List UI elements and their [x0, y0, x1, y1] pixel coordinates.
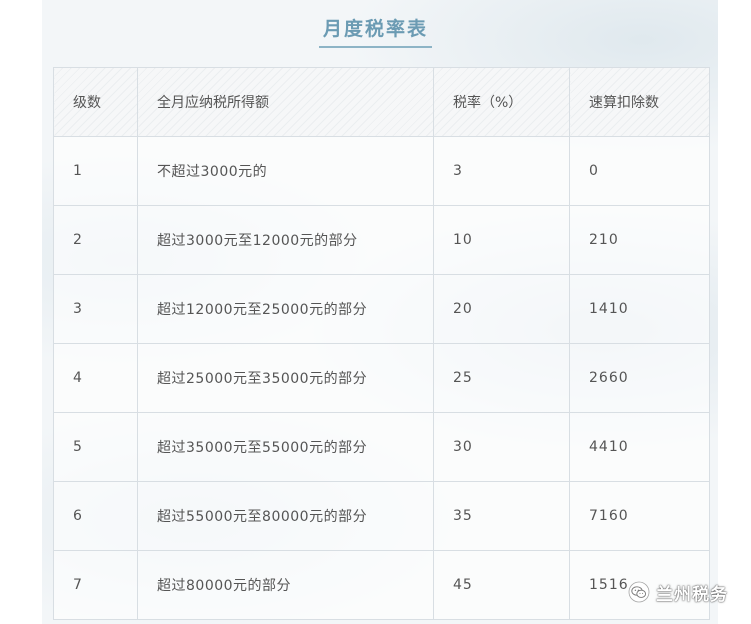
- table-header-row: 级数 全月应纳税所得额 税率（%） 速算扣除数: [53, 67, 710, 137]
- wechat-icon: [628, 581, 650, 603]
- cell-range: 超过3000元至12000元的部分: [137, 205, 434, 275]
- cell-level: 4: [53, 343, 138, 413]
- table-row: 6 超过55000元至80000元的部分 35 7160: [53, 481, 710, 551]
- cell-deduction: 4410: [569, 412, 710, 482]
- watermark-label: 兰州税务: [656, 584, 728, 605]
- cell-level: 1: [53, 136, 138, 206]
- table-row: 2 超过3000元至12000元的部分 10 210: [53, 205, 710, 275]
- table-row: 3 超过12000元至25000元的部分 20 1410: [53, 274, 710, 344]
- cell-level: 7: [53, 550, 138, 620]
- cell-rate: 25: [433, 343, 570, 413]
- table-row: 7 超过80000元的部分 45 1516: [53, 550, 710, 620]
- header-deduction: 速算扣除数: [569, 67, 710, 137]
- cell-level: 5: [53, 412, 138, 482]
- table-row: 1 不超过3000元的 3 0: [53, 136, 710, 206]
- cell-range: 超过25000元至35000元的部分: [137, 343, 434, 413]
- cell-level: 2: [53, 205, 138, 275]
- cell-deduction: 2660: [569, 343, 710, 413]
- cell-deduction: 210: [569, 205, 710, 275]
- cell-range: 不超过3000元的: [137, 136, 434, 206]
- cell-rate: 10: [433, 205, 570, 275]
- cell-range: 超过12000元至25000元的部分: [137, 274, 434, 344]
- cell-rate: 30: [433, 412, 570, 482]
- header-income: 全月应纳税所得额: [137, 67, 434, 137]
- cell-rate: 45: [433, 550, 570, 620]
- cell-deduction: 0: [569, 136, 710, 206]
- watermark: 兰州税务: [628, 578, 728, 606]
- header-level: 级数: [53, 67, 138, 137]
- cell-level: 6: [53, 481, 138, 551]
- table-row: 5 超过35000元至55000元的部分 30 4410: [53, 412, 710, 482]
- cell-level: 3: [53, 274, 138, 344]
- cell-range: 超过80000元的部分: [137, 550, 434, 620]
- cell-range: 超过35000元至55000元的部分: [137, 412, 434, 482]
- page-title: 月度税率表: [318, 14, 432, 48]
- cell-rate: 20: [433, 274, 570, 344]
- cell-deduction: 7160: [569, 481, 710, 551]
- cell-deduction: 1410: [569, 274, 710, 344]
- cell-rate: 3: [433, 136, 570, 206]
- table-row: 4 超过25000元至35000元的部分 25 2660: [53, 343, 710, 413]
- title-container: 月度税率表: [0, 14, 751, 48]
- header-rate: 税率（%）: [433, 67, 570, 137]
- cell-rate: 35: [433, 481, 570, 551]
- tax-rate-table: 级数 全月应纳税所得额 税率（%） 速算扣除数 1 不超过3000元的 3 0 …: [53, 67, 710, 620]
- cell-range: 超过55000元至80000元的部分: [137, 481, 434, 551]
